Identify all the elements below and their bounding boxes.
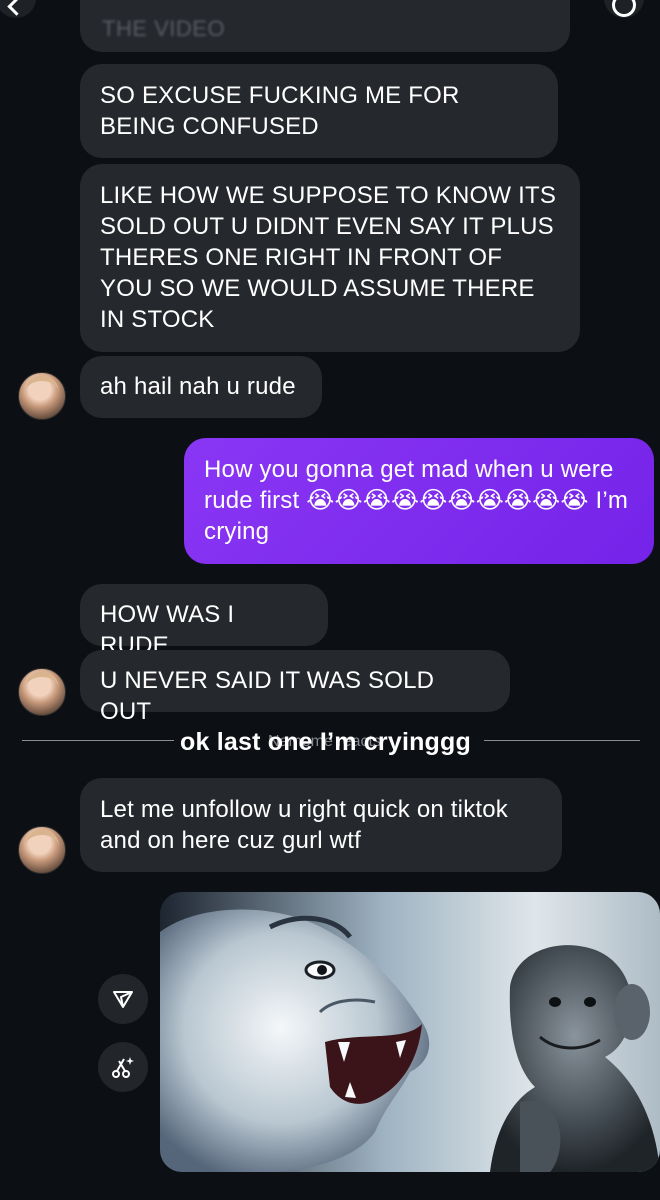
contact-avatar[interactable] xyxy=(18,668,66,716)
overlay-caption: ok last one I’m cryinggg xyxy=(180,728,471,756)
divider-line-left xyxy=(22,740,174,741)
faded-message-bubble: THE VIDEO xyxy=(80,0,570,52)
send-icon xyxy=(113,991,133,1008)
message-text: SO EXCUSE FUCKING ME FOR BEING CONFUSED xyxy=(100,82,460,140)
contact-avatar[interactable] xyxy=(18,826,66,874)
back-button[interactable] xyxy=(0,0,36,18)
message-bubble-incoming[interactable]: HOW WAS I RUDE xyxy=(80,584,328,659)
message-bubble-outgoing[interactable]: How you gonna get mad when u were rude f… xyxy=(184,438,654,564)
share-button[interactable] xyxy=(98,974,148,1024)
contact-avatar[interactable] xyxy=(18,372,66,420)
ai-edit-button[interactable] xyxy=(98,1042,148,1092)
message-bubble-incoming[interactable]: Let me unfollow u right quick on tiktok … xyxy=(80,778,562,872)
info-button[interactable] xyxy=(604,0,644,18)
message-bubble-incoming[interactable]: LIKE HOW WE SUPPOSE TO KNOW ITS SOLD OUT… xyxy=(80,164,580,352)
message-text: How you gonna get mad when u were rude f… xyxy=(204,456,629,545)
message-bubble-incoming[interactable]: SO EXCUSE FUCKING ME FOR BEING CONFUSED xyxy=(80,64,558,158)
shared-image[interactable] xyxy=(160,892,660,1172)
message-bubble-incoming[interactable]: U NEVER SAID IT WAS SOLD OUT xyxy=(80,650,510,725)
message-bubble-incoming[interactable]: ah hail nah u rude xyxy=(80,356,322,418)
ai-sparkle-icon xyxy=(112,1057,134,1078)
message-text: ah hail nah u rude xyxy=(100,373,296,400)
message-text: U NEVER SAID IT WAS SOLD OUT xyxy=(100,667,435,725)
divider-line-right xyxy=(484,740,640,741)
chevron-icon xyxy=(6,0,26,16)
message-text: LIKE HOW WE SUPPOSE TO KNOW ITS SOLD OUT… xyxy=(100,182,557,333)
message-text: Let me unfollow u right quick on tiktok … xyxy=(100,796,509,854)
info-icon xyxy=(612,0,636,17)
faded-message-text: THE VIDEO xyxy=(102,16,226,41)
